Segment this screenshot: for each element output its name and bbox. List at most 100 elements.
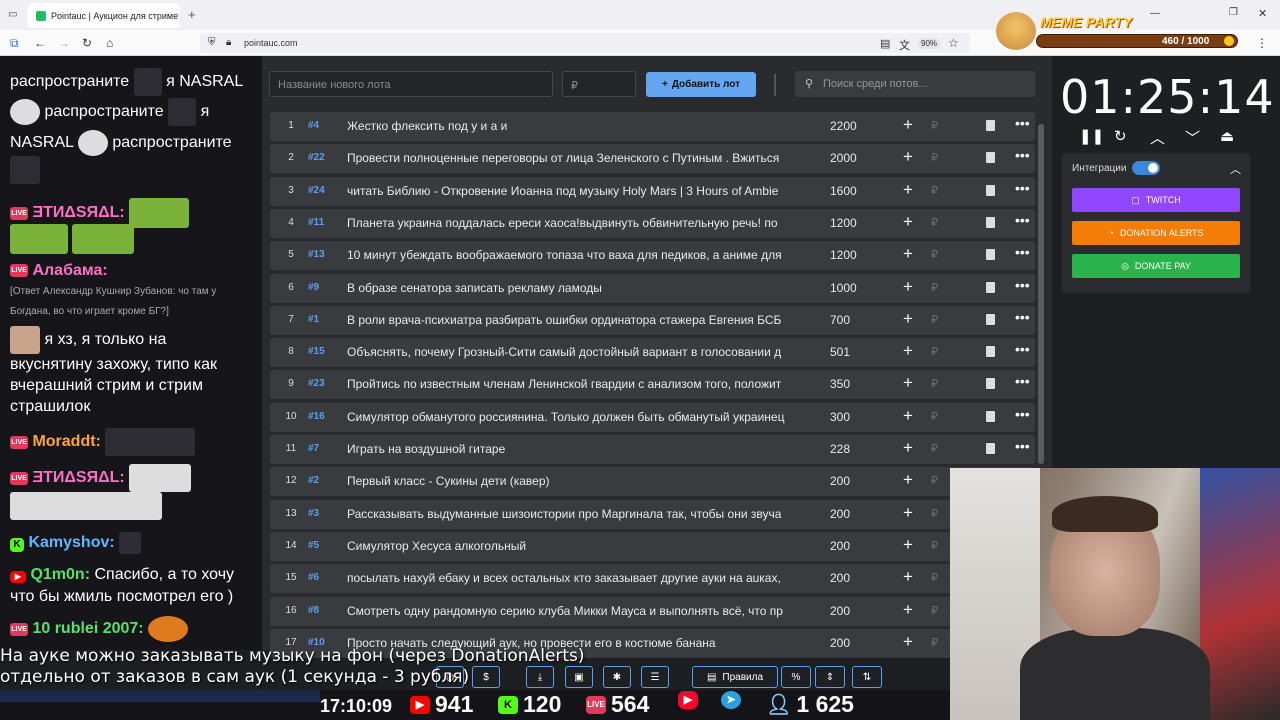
more-options-icon[interactable]: ••• bbox=[1015, 212, 1030, 228]
lot-amount[interactable]: 300 bbox=[830, 410, 850, 424]
lot-name[interactable]: читать Библию - Откровение Иоанна под му… bbox=[347, 184, 809, 198]
forward-icon[interactable]: → bbox=[58, 36, 70, 50]
lot-row[interactable]: 12 #2 Первый класс - Сукины дети (кавер) 20… bbox=[270, 467, 1035, 497]
lot-row[interactable]: 15 #6 посылать нахуй ебаку и всех остальны… bbox=[270, 564, 1035, 594]
extension-icon[interactable]: ⧉ bbox=[10, 36, 19, 51]
add-amount-icon[interactable]: + bbox=[903, 438, 913, 458]
add-amount-icon[interactable]: + bbox=[903, 180, 913, 200]
delete-icon[interactable] bbox=[986, 152, 995, 164]
lot-amount[interactable]: 200 bbox=[830, 507, 850, 521]
lot-amount[interactable]: 200 bbox=[830, 604, 850, 618]
lot-amount[interactable]: 1200 bbox=[830, 248, 857, 262]
more-options-icon[interactable]: ••• bbox=[1015, 147, 1030, 163]
lot-name[interactable]: В роли врача-психиатра разбирать ошибки … bbox=[347, 313, 809, 327]
lot-row[interactable]: 6 #9 В образе сенатора записать рекламу ла… bbox=[270, 273, 1035, 303]
twitch-button[interactable]: ▢ TWITCH bbox=[1072, 188, 1240, 212]
ruble-icon[interactable]: ₽ bbox=[931, 151, 938, 164]
lot-amount[interactable]: 501 bbox=[830, 345, 850, 359]
lot-name[interactable]: Планета украина поддалась ереси хаоса!вы… bbox=[347, 216, 809, 230]
lot-row[interactable]: 14#5Симулятор Хесуса алкогольный200+₽••• bbox=[270, 531, 1035, 561]
ruble-icon[interactable]: ₽ bbox=[931, 216, 938, 229]
new-lot-amount-input[interactable]: ₽ bbox=[562, 71, 636, 97]
ruble-icon[interactable]: ₽ bbox=[931, 507, 938, 520]
more-options-icon[interactable]: ••• bbox=[1015, 115, 1030, 131]
delete-icon[interactable] bbox=[986, 216, 995, 228]
zoom-indicator[interactable]: 90% bbox=[918, 38, 941, 49]
add-amount-icon[interactable]: + bbox=[903, 632, 913, 652]
donate-pay-button[interactable]: ◎ DONATE PAY bbox=[1072, 254, 1240, 278]
more-options-icon[interactable]: ••• bbox=[1015, 438, 1030, 454]
more-options-icon[interactable]: ••• bbox=[1015, 341, 1030, 357]
decrease-time-icon[interactable]: ﹀ bbox=[1185, 127, 1200, 148]
lot-amount[interactable]: 200 bbox=[830, 539, 850, 553]
lot-name[interactable]: Играть на воздушной гитаре bbox=[347, 442, 809, 456]
lot-amount[interactable]: 700 bbox=[830, 313, 850, 327]
add-amount-icon[interactable]: + bbox=[903, 309, 913, 329]
chat-username[interactable]: Алабама: bbox=[32, 262, 107, 279]
add-amount-icon[interactable]: + bbox=[903, 567, 913, 587]
close-window-icon[interactable]: ✕ bbox=[1258, 7, 1267, 20]
delete-icon[interactable] bbox=[986, 313, 995, 325]
bug-button[interactable]: ✱ bbox=[603, 666, 631, 688]
lot-name[interactable]: Первый класс - Сукины дети (кавер) bbox=[347, 474, 809, 488]
ruble-icon[interactable]: ₽ bbox=[931, 442, 938, 455]
more-options-icon[interactable]: ••• bbox=[1015, 309, 1030, 325]
delete-icon[interactable] bbox=[986, 378, 995, 390]
ruble-icon[interactable]: ₽ bbox=[931, 377, 938, 390]
lot-name[interactable]: Симулятор обманутого россиянина. Только … bbox=[347, 410, 809, 424]
delete-icon[interactable] bbox=[986, 443, 995, 454]
back-icon[interactable]: ← bbox=[34, 36, 46, 50]
increase-time-icon[interactable]: ︿ bbox=[1150, 127, 1165, 148]
lots-scrollbar[interactable] bbox=[1038, 124, 1044, 464]
delete-icon[interactable] bbox=[986, 410, 995, 422]
more-options-icon[interactable]: ••• bbox=[1015, 180, 1030, 196]
translate-icon[interactable]: 文 bbox=[899, 37, 910, 53]
add-amount-icon[interactable]: + bbox=[903, 277, 913, 297]
lot-name[interactable]: 10 минут убеждать воображаемого топаза ч… bbox=[347, 248, 809, 262]
add-amount-icon[interactable]: + bbox=[903, 373, 913, 393]
home-icon[interactable]: ⌂ bbox=[106, 36, 113, 50]
delete-icon[interactable] bbox=[986, 281, 995, 293]
lot-row[interactable]: 5 #13 10 минут убеждать воображаемого топа… bbox=[270, 241, 1035, 271]
more-options-icon[interactable]: ••• bbox=[1015, 373, 1030, 389]
lot-amount[interactable]: 2200 bbox=[830, 119, 857, 133]
browser-tab[interactable]: Pointauc | Аукцион для стриме ✕ bbox=[28, 3, 180, 28]
add-amount-icon[interactable]: + bbox=[903, 503, 913, 523]
ruble-icon[interactable]: ₽ bbox=[931, 248, 938, 261]
lot-row[interactable]: 13 #3 Рассказывать выдуманные шизоистории … bbox=[270, 499, 1035, 529]
lot-name[interactable]: Смотреть одну рандомную серию клуба Микк… bbox=[347, 604, 809, 618]
chat-username[interactable]: Q1m0n: bbox=[30, 566, 90, 583]
lot-row[interactable]: 3 #24 читать Библию - Откровение Иоанна по… bbox=[270, 176, 1035, 206]
rules-button[interactable]: ▤ Правила bbox=[692, 666, 778, 688]
lot-amount[interactable]: 228 bbox=[830, 442, 850, 456]
chat-username[interactable]: ƎTИΔSЯΔL: bbox=[32, 204, 124, 221]
split-button[interactable]: ⇕ bbox=[815, 666, 845, 688]
lot-amount[interactable]: 350 bbox=[830, 377, 850, 391]
double-up-icon[interactable]: ⏏ bbox=[1220, 127, 1234, 145]
lot-amount[interactable]: 1600 bbox=[830, 184, 857, 198]
chevron-up-icon[interactable]: ︿ bbox=[1230, 161, 1241, 177]
lot-name[interactable]: Пройтись по известным членам Ленинской г… bbox=[347, 377, 809, 391]
more-options-icon[interactable]: ••• bbox=[1015, 277, 1030, 293]
lot-name[interactable]: В образе сенатора записать рекламу ламод… bbox=[347, 281, 809, 295]
ruble-icon[interactable]: ₽ bbox=[931, 184, 938, 197]
lot-amount[interactable]: 1000 bbox=[830, 281, 857, 295]
lot-name[interactable]: посылать нахуй ебаку и всех остальных кт… bbox=[347, 571, 809, 585]
lot-name[interactable]: Объяснять, почему Грозный-Сити самый дос… bbox=[347, 345, 809, 359]
lot-row[interactable]: 4 #11 Планета украина поддалась ереси хаос… bbox=[270, 208, 1035, 238]
add-amount-icon[interactable]: + bbox=[903, 535, 913, 555]
lot-row[interactable]: 8 #15 Объяснять, почему Грозный-Сити самый… bbox=[270, 338, 1035, 368]
pause-icon[interactable]: ❚❚ bbox=[1079, 127, 1104, 145]
ruble-icon[interactable]: ₽ bbox=[931, 474, 938, 487]
lot-name[interactable]: Провести полноценные переговоры от лица … bbox=[347, 151, 809, 165]
ruble-icon[interactable]: ₽ bbox=[931, 345, 938, 358]
more-options-icon[interactable]: ••• bbox=[1015, 244, 1030, 260]
percent-button[interactable]: % bbox=[781, 666, 811, 688]
reader-view-icon[interactable]: ▤ bbox=[880, 37, 890, 50]
ruble-icon[interactable]: ₽ bbox=[931, 313, 938, 326]
ruble-icon[interactable]: ₽ bbox=[931, 604, 938, 617]
lot-name[interactable]: Рассказывать выдуманные шизоистории про … bbox=[347, 507, 809, 521]
reset-icon[interactable]: ↻ bbox=[1114, 127, 1127, 145]
add-amount-icon[interactable]: + bbox=[903, 341, 913, 361]
add-amount-icon[interactable]: + bbox=[903, 406, 913, 426]
